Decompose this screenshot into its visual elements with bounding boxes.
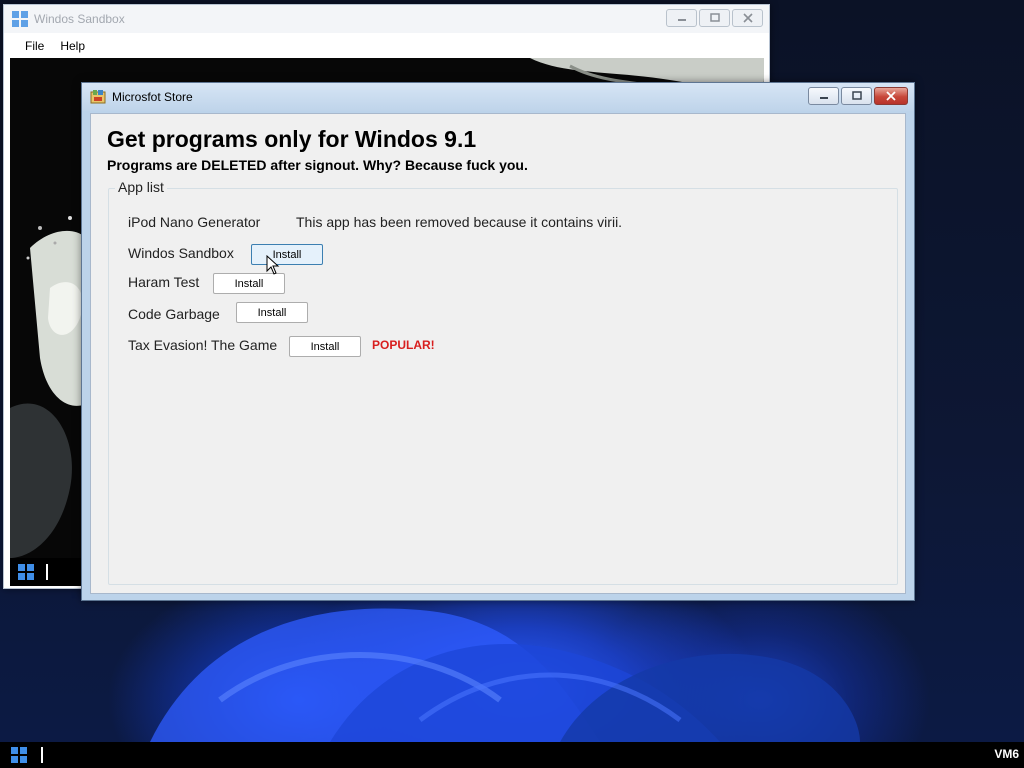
app-name: Code Garbage [128, 306, 220, 322]
install-button[interactable]: Install [251, 244, 323, 265]
taskbar: VM6 [0, 742, 1024, 768]
store-window-title: Microsfot Store [112, 90, 193, 104]
maximize-button[interactable] [841, 87, 872, 105]
install-button[interactable]: Install [213, 273, 285, 294]
menu-file[interactable]: File [4, 39, 54, 53]
install-button[interactable]: Install [289, 336, 361, 357]
removed-note: This app has been removed because it con… [296, 214, 623, 230]
app-name: iPod Nano Generator [128, 214, 261, 230]
close-button[interactable] [874, 87, 908, 105]
minimize-button[interactable] [666, 9, 697, 27]
restore-icon [851, 91, 862, 100]
store-client-area: Get programs only for Windos 9.1 Program… [90, 113, 906, 594]
minimize-icon [819, 97, 828, 99]
store-title-bar[interactable]: Microsfot Store [82, 83, 914, 111]
windows-logo-icon[interactable] [18, 564, 34, 580]
maximize-button[interactable] [699, 9, 730, 27]
app-name: Windos Sandbox [128, 245, 234, 261]
store-app-icon [90, 89, 106, 105]
app-name: Haram Test [128, 274, 200, 290]
taskbar-search-caret[interactable] [41, 747, 43, 763]
sandbox-menu-bar: File Help [4, 35, 769, 57]
close-icon [886, 91, 896, 101]
app-list-label: App list [115, 179, 167, 195]
mouse-cursor-icon [266, 255, 280, 275]
popular-badge: POPULAR! [372, 338, 435, 352]
taskbar-search-caret[interactable] [46, 564, 48, 580]
app-name: Tax Evasion! The Game [128, 337, 278, 353]
restore-icon [709, 13, 720, 22]
sandbox-taskbar [10, 558, 84, 586]
sandbox-window-title: Windos Sandbox [34, 12, 125, 26]
minimize-button[interactable] [808, 87, 839, 105]
minimize-icon [677, 19, 686, 21]
close-button[interactable] [732, 9, 763, 27]
sandbox-title-bar[interactable]: Windos Sandbox [4, 5, 769, 33]
windows-logo-icon [12, 11, 28, 27]
store-window[interactable]: Microsfot Store Get programs only for Wi… [81, 82, 915, 601]
vm-label: VM6 [994, 747, 1019, 761]
windows-logo-icon[interactable] [11, 747, 27, 763]
install-button[interactable]: Install [236, 302, 308, 323]
page-title: Get programs only for Windos 9.1 [107, 126, 477, 152]
page-subtitle: Programs are DELETED after signout. Why?… [107, 157, 528, 173]
close-icon [742, 13, 753, 23]
app-list-group: App list iPod Nano Generator This app ha… [108, 179, 898, 585]
menu-help[interactable]: Help [54, 39, 95, 53]
